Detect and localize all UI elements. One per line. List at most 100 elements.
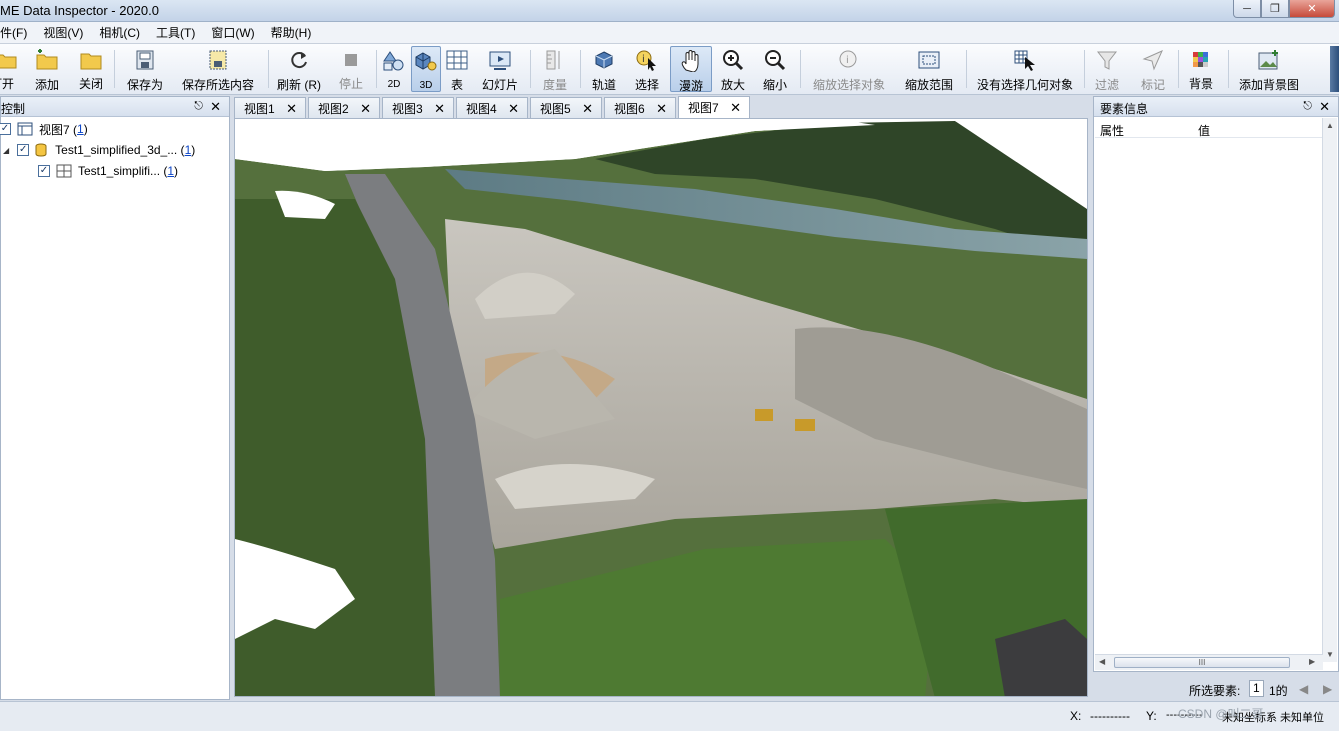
horizontal-scrollbar[interactable]: ◀ III ▶ [1095, 654, 1323, 670]
view-3d-button[interactable]: 3D [411, 46, 441, 92]
save-selected-button[interactable]: 保存所选内容 [180, 46, 256, 92]
zoom-in-button[interactable]: 放大 [718, 46, 748, 92]
pan-button[interactable]: 漫游 [670, 46, 712, 93]
tree-label: Test1_simplified_3d_... ( [55, 143, 185, 157]
measure-button[interactable]: 度量 [540, 46, 570, 92]
scroll-left-icon[interactable]: ◀ [1099, 657, 1105, 666]
selected-index-field[interactable]: 1 [1249, 680, 1264, 697]
toolbar-separator [1178, 50, 1179, 88]
view-icon [17, 122, 33, 136]
view-2d-button[interactable]: 2D [380, 46, 408, 92]
close-icon[interactable]: ✕ [508, 101, 519, 117]
tab-view5[interactable]: 视图5 ✕ [530, 97, 602, 118]
tab-view4[interactable]: 视图4 ✕ [456, 97, 528, 118]
mark-button[interactable]: 标记 [1138, 46, 1168, 92]
open-button[interactable]: 打开 [0, 46, 20, 92]
close-icon[interactable]: ✕ [730, 100, 741, 116]
close-button[interactable]: 关闭 [76, 46, 106, 92]
zoom-selection-icon: i [837, 49, 861, 71]
checkbox[interactable]: ✓ [38, 165, 50, 177]
no-geometry-selected-button[interactable]: 没有选择几何对象 [974, 46, 1076, 92]
next-icon[interactable]: ▶ [1323, 682, 1332, 696]
count-link[interactable]: 1 [167, 164, 174, 178]
stop-icon [339, 49, 363, 70]
close-icon[interactable]: ✕ [434, 101, 445, 117]
scroll-up-icon[interactable]: ▲ [1326, 121, 1334, 130]
toolbar-separator [530, 50, 531, 88]
menu-window[interactable]: 窗口(W) [203, 24, 262, 41]
tree-label: Test1_simplifi... ( [78, 164, 168, 178]
scroll-down-icon[interactable]: ▼ [1326, 650, 1334, 659]
tab-view2[interactable]: 视图2 ✕ [308, 97, 380, 118]
count-link[interactable]: 1 [77, 122, 84, 136]
scroll-thumb[interactable]: III [1114, 657, 1290, 668]
menu-bar: 件(F) 视图(V) 相机(C) 工具(T) 窗口(W) 帮助(H) [0, 22, 1339, 44]
tree-row-feature[interactable]: ✓ Test1_simplifi... ( 1 ) [38, 161, 178, 181]
pin-icon[interactable]: ⎋ [1303, 100, 1312, 113]
select-pointer-icon: i [635, 49, 659, 71]
tree-row-view[interactable]: ✓ 视图7 ( 1 ) [0, 119, 88, 139]
column-attribute[interactable]: 属性 [1100, 122, 1124, 139]
checkbox[interactable]: ✓ [17, 144, 30, 156]
menu-view[interactable]: 视图(V) [35, 24, 91, 41]
geometry-select-icon [1013, 49, 1037, 71]
zoom-extent-button[interactable]: 缩放范围 [900, 46, 958, 92]
pin-icon[interactable]: ⎋ [194, 100, 203, 113]
toolbar-separator [268, 50, 269, 88]
close-icon[interactable]: ✕ [582, 101, 593, 117]
close-icon[interactable]: ✕ [360, 101, 371, 117]
folder-open-icon [0, 49, 18, 70]
filter-button[interactable]: 过滤 [1092, 46, 1122, 92]
zoom-in-icon [721, 49, 745, 71]
close-icon[interactable]: ✕ [1319, 99, 1330, 115]
add-background-button[interactable]: 添加背景图 [1236, 46, 1302, 92]
panel-header: 控制 ⎋ ✕ [1, 97, 229, 117]
minimize-button[interactable]: ─ [1233, 0, 1261, 18]
funnel-icon [1095, 49, 1119, 71]
previous-icon[interactable]: ◀ [1299, 682, 1308, 696]
x-coord-value: ---------- [1090, 709, 1130, 723]
tab-view7[interactable]: 视图7 ✕ [678, 96, 750, 118]
maximize-button[interactable]: ❐ [1261, 0, 1289, 18]
close-window-button[interactable]: ✕ [1289, 0, 1335, 18]
ruler-icon [543, 49, 567, 71]
expand-triangle-icon[interactable]: ◢ [3, 146, 9, 155]
toolbar-separator [376, 50, 377, 88]
tab-view3[interactable]: 视图3 ✕ [382, 97, 454, 118]
close-icon[interactable]: ✕ [286, 101, 297, 117]
panel-title: 控制 [1, 102, 26, 116]
menu-camera[interactable]: 相机(C) [91, 24, 148, 41]
background-button[interactable]: 背景 [1186, 46, 1216, 92]
menu-file[interactable]: 件(F) [0, 24, 35, 41]
slideshow-button[interactable]: 幻灯片 [480, 46, 520, 92]
toolbar-separator [1084, 50, 1085, 88]
tab-view1[interactable]: 视图1 ✕ [234, 97, 306, 118]
save-as-button[interactable]: 保存为 [124, 46, 166, 92]
count-link[interactable]: 1 [185, 143, 192, 157]
close-icon[interactable]: ✕ [210, 99, 221, 115]
stop-button[interactable]: 停止 [336, 46, 366, 92]
scroll-right-icon[interactable]: ▶ [1309, 657, 1315, 666]
menu-help[interactable]: 帮助(H) [263, 24, 320, 41]
3d-viewport[interactable] [234, 118, 1088, 697]
orbit-cube-icon [592, 49, 616, 71]
attribute-table-header: 属性 值 [1095, 118, 1323, 138]
add-button[interactable]: 添加 [32, 46, 62, 92]
hand-icon [679, 50, 703, 72]
vertical-scrollbar[interactable]: ▲ ▼ [1322, 118, 1337, 662]
svg-text:i: i [846, 55, 849, 66]
select-button[interactable]: i 选择 [632, 46, 662, 92]
column-value[interactable]: 值 [1198, 122, 1210, 139]
tree-row-dataset[interactable]: ◢ ✓ Test1_simplified_3d_... ( 1 ) [3, 140, 195, 160]
close-icon[interactable]: ✕ [656, 101, 667, 117]
menu-tools[interactable]: 工具(T) [148, 24, 203, 41]
orbit-button[interactable]: 轨道 [588, 46, 620, 92]
zoom-to-selection-button[interactable]: i 缩放选择对象 [810, 46, 888, 92]
tab-view6[interactable]: 视图6 ✕ [604, 97, 676, 118]
refresh-button[interactable]: 刷新 (R) [276, 46, 322, 92]
slideshow-icon [488, 49, 512, 71]
selected-features-label: 所选要素: [1189, 684, 1241, 698]
zoom-out-button[interactable]: 缩小 [760, 46, 790, 92]
table-button[interactable]: 表 [444, 46, 470, 92]
checkbox[interactable]: ✓ [0, 123, 11, 135]
